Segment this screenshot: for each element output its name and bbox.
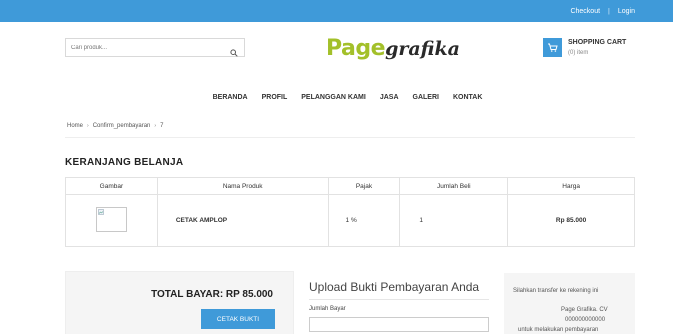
login-link[interactable]: Login — [618, 8, 635, 15]
print-receipt-button[interactable]: CETAK BUKTI — [201, 309, 275, 329]
main-nav: BERANDA PROFIL PELANGGAN KAMI JASA GALER… — [0, 94, 673, 101]
total-label: TOTAL BAYAR: RP 85.000 — [151, 289, 273, 300]
breadcrumb: Home › Confirm_pembayaran › 7 — [67, 123, 163, 129]
col-harga: Harga — [507, 177, 635, 195]
total-panel: TOTAL BAYAR: RP 85.000 CETAK BUKTI — [65, 271, 294, 334]
cart-icon — [548, 43, 558, 52]
search-icon[interactable] — [230, 44, 238, 57]
bank-account-number: 000000000000 — [565, 317, 606, 323]
logo-text-page: Page — [326, 36, 386, 61]
divider — [65, 137, 635, 138]
transfer-note: untuk melakukan pembayaran — [518, 327, 599, 333]
nav-beranda[interactable]: BERANDA — [213, 94, 248, 101]
nav-kontak[interactable]: KONTAK — [453, 94, 482, 101]
bank-account-name: Page Grafika. CV — [561, 307, 608, 313]
cart-title: SHOPPING CART — [568, 39, 627, 46]
breadcrumb-home[interactable]: Home — [67, 123, 83, 129]
cart-item-count: (0) item — [568, 50, 589, 56]
upload-divider — [309, 299, 489, 300]
nav-profil[interactable]: PROFIL — [262, 94, 288, 101]
cart-icon-box[interactable] — [543, 38, 562, 57]
col-gambar: Gambar — [65, 177, 158, 195]
cell-tax: 1 % — [327, 194, 401, 247]
table-row: CETAK AMPLOP 1 % 1 Rp 85.000 — [65, 194, 635, 247]
checkout-link[interactable]: Checkout — [570, 8, 600, 15]
cell-product-name: CETAK AMPLOP — [156, 194, 329, 247]
nav-pelanggan-kami[interactable]: PELANGGAN KAMI — [301, 94, 366, 101]
page-title: KERANJANG BELANJA — [65, 157, 184, 168]
breadcrumb-confirm[interactable]: Confirm_pembayaran — [93, 123, 151, 129]
site-logo[interactable]: Page grafika — [326, 36, 460, 66]
cell-quantity: 1 — [399, 194, 509, 247]
col-pajak: Pajak — [327, 177, 401, 195]
search-input[interactable] — [66, 39, 226, 56]
upload-section: Upload Bukti Pembayaran Anda Jumlah Baya… — [309, 280, 489, 332]
breadcrumb-arrow-icon: › — [87, 123, 89, 129]
amount-label: Jumlah Bayar — [309, 306, 346, 312]
table-header-row: Gambar Nama Produk Pajak Jumlah Beli Har… — [65, 177, 635, 195]
broken-image-icon — [98, 209, 104, 215]
transfer-instruction: Silahkan transfer ke rekening ini — [513, 288, 599, 294]
breadcrumb-current: 7 — [160, 123, 164, 129]
col-jumlah-beli: Jumlah Beli — [399, 177, 509, 195]
cell-image — [65, 194, 158, 247]
top-links: Checkout | Login — [570, 0, 635, 22]
breadcrumb-arrow-icon: › — [154, 123, 157, 129]
logo-text-grafika: grafika — [385, 38, 460, 60]
col-nama-produk: Nama Produk — [156, 177, 329, 195]
product-image[interactable] — [95, 207, 127, 232]
cell-price: Rp 85.000 — [507, 194, 635, 247]
amount-input[interactable] — [309, 316, 489, 332]
top-links-separator: | — [608, 7, 610, 15]
cart-table: Gambar Nama Produk Pajak Jumlah Beli Har… — [65, 177, 635, 247]
search-box — [65, 38, 245, 57]
nav-galeri[interactable]: GALERI — [413, 94, 439, 101]
top-bar: Checkout | Login — [0, 0, 673, 22]
transfer-info-panel: Silahkan transfer ke rekening ini Page G… — [504, 273, 635, 334]
upload-title: Upload Bukti Pembayaran Anda — [309, 280, 480, 294]
nav-jasa[interactable]: JASA — [380, 94, 399, 101]
